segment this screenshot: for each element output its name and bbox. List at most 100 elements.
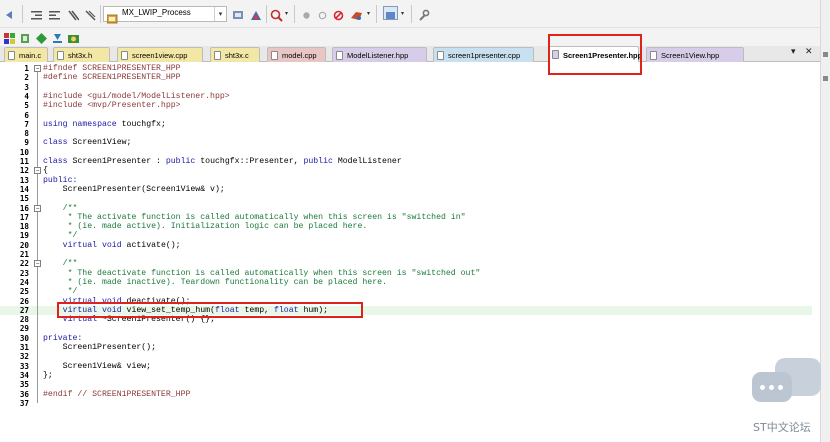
code-text: #define SCREEN1PRESENTER_HPP [43,73,181,83]
tab-modellistener-hpp[interactable]: ModelListener.hpp [332,47,427,62]
debug-dropdown-icon[interactable]: ▾ [285,10,288,17]
line-number: 3 [24,82,29,92]
breakpoint-disable-icon[interactable] [316,7,329,20]
code-line[interactable]: 22 /** [0,259,812,268]
tab-model-cpp[interactable]: model.cpp [267,47,326,62]
panel-handle-icon[interactable] [823,52,828,57]
fold-toggle-icon[interactable]: − [34,204,41,212]
tab-screen1view-hpp[interactable]: Screen1View.hpp [646,47,744,62]
navigate-back-icon[interactable] [4,7,17,20]
breakpoint-insert-icon[interactable] [300,7,313,20]
components-icon[interactable] [67,30,80,43]
outdent-icon[interactable] [30,7,43,20]
code-line[interactable]: 7 using namespace touchgfx; [0,120,812,129]
code-line[interactable]: 15 [0,194,812,203]
code-text: /** [43,203,78,213]
code-line[interactable]: 24 * (ie. made inactive). Teardown funct… [0,278,812,287]
tab-screen1presenter-cpp[interactable]: screen1presenter.cpp [433,47,534,62]
code-line[interactable]: 33 Screen1View& view; [0,362,812,371]
fold-toggle-icon[interactable]: − [34,65,41,72]
code-line[interactable]: 37 [0,399,812,408]
tab-main-c[interactable]: main.c [4,47,48,62]
debug-icon[interactable] [270,7,283,22]
code-text: * (ie. made inactive). Teardown function… [43,277,387,287]
code-line[interactable]: 11 class Screen1Presenter : public touchg… [0,157,812,166]
code-line[interactable]: 5 #include <mvp/Presenter.hpp> [0,101,812,110]
line-number: 22 [19,259,29,269]
line-number: 6 [24,110,29,120]
code-line[interactable]: 25 */ [0,287,812,296]
configure-icon[interactable] [350,7,363,20]
code-line[interactable]: 19 */ [0,231,812,240]
code-line[interactable]: 21 [0,250,812,259]
line-number: 37 [19,398,29,408]
code-text: }; [43,370,53,380]
rebuild-icon[interactable] [3,30,16,44]
code-line[interactable]: 16 /** [0,204,812,213]
tab-list-dropdown-icon[interactable]: ▾ [791,47,796,57]
code-line[interactable]: 35 [0,380,812,389]
code-line[interactable]: 23 * The deactivate function is called a… [0,269,812,278]
code-line[interactable]: 12 { [0,166,812,175]
build-icon[interactable] [19,30,32,43]
toolbar-separator [266,5,267,23]
code-line[interactable]: 36 #endif // SCREEN1PRESENTER_HPP [0,390,812,399]
indent-icon[interactable] [48,7,61,20]
window-layout-dropdown-icon[interactable]: ▾ [401,10,404,17]
code-line[interactable]: 32 [0,352,812,361]
configure-dropdown-icon[interactable]: ▾ [367,10,370,17]
file-icon [57,51,64,60]
line-number: 36 [19,389,29,399]
diamond-icon[interactable] [35,30,48,44]
panel-handle-icon[interactable] [823,76,828,81]
code-line[interactable]: 13 public: [0,176,812,185]
code-line[interactable]: 2 #define SCREEN1PRESENTER_HPP [0,73,812,82]
toolbar-separator [100,5,101,23]
close-tab-icon[interactable]: ✕ [805,47,813,57]
line-number: 24 [19,277,29,287]
tab-sht3x-c[interactable]: sht3x.c [210,47,260,62]
code-line[interactable]: 20 virtual void activate(); [0,241,812,250]
window-layout-icon[interactable] [383,6,398,20]
file-icon [437,51,444,60]
manage-components-icon[interactable] [249,7,262,20]
code-line[interactable]: 6 [0,111,812,120]
code-line[interactable]: 29 [0,324,812,333]
line-number: 5 [24,101,29,111]
process-combo[interactable]: MX_LWIP_Process ▾ [103,6,227,24]
fold-toggle-icon[interactable]: − [34,167,41,175]
tab-screen1view-cpp[interactable]: screen1view.cpp [117,47,203,62]
code-line[interactable]: 17 * The activate function is called aut… [0,213,812,222]
line-number: 29 [19,324,29,334]
code-line[interactable]: 14 Screen1Presenter(Screen1View& v); [0,185,812,194]
code-line[interactable]: 8 [0,129,812,138]
code-text: * (ie. made active). Initialization logi… [43,222,368,232]
code-text: #ifndef SCREEN1PRESENTER_HPP [43,64,181,73]
code-line[interactable]: 1 #ifndef SCREEN1PRESENTER_HPP [0,64,812,73]
code-line[interactable]: 31 Screen1Presenter(); [0,343,812,352]
target-options-icon[interactable] [232,7,245,20]
code-line[interactable]: 34}; [0,371,812,380]
code-line[interactable]: 30 private: [0,334,812,343]
line-number: 16 [19,203,29,213]
line-number: 27 [19,305,29,315]
code-editor[interactable]: 1 #ifndef SCREEN1PRESENTER_HPP 2 #define SC… [0,62,812,442]
file-icon [121,51,128,60]
code-line[interactable]: 3 [0,83,812,92]
code-line[interactable]: 18 * (ie. made active). Initialization l… [0,222,812,231]
uncomment-icon[interactable] [84,7,97,21]
breakpoint-kill-icon[interactable] [332,7,345,21]
code-line[interactable]: 10 [0,148,812,157]
settings-wrench-icon[interactable] [417,7,430,21]
code-line[interactable]: 4 #include <gui/model/ModelListener.hpp> [0,92,812,101]
line-number: 1 [24,64,29,73]
tab-sht3x-h[interactable]: sht3x.h [53,47,110,62]
download-icon[interactable] [51,30,64,43]
code-line[interactable]: 9 class Screen1View; [0,138,812,147]
keyword: private [43,333,78,343]
chevron-down-icon[interactable]: ▾ [214,7,226,21]
fold-toggle-icon[interactable]: − [34,260,41,268]
code-text: #endif // SCREEN1PRESENTER_HPP [43,389,191,399]
comment-icon[interactable] [66,7,80,21]
line-number: 34 [19,370,29,380]
